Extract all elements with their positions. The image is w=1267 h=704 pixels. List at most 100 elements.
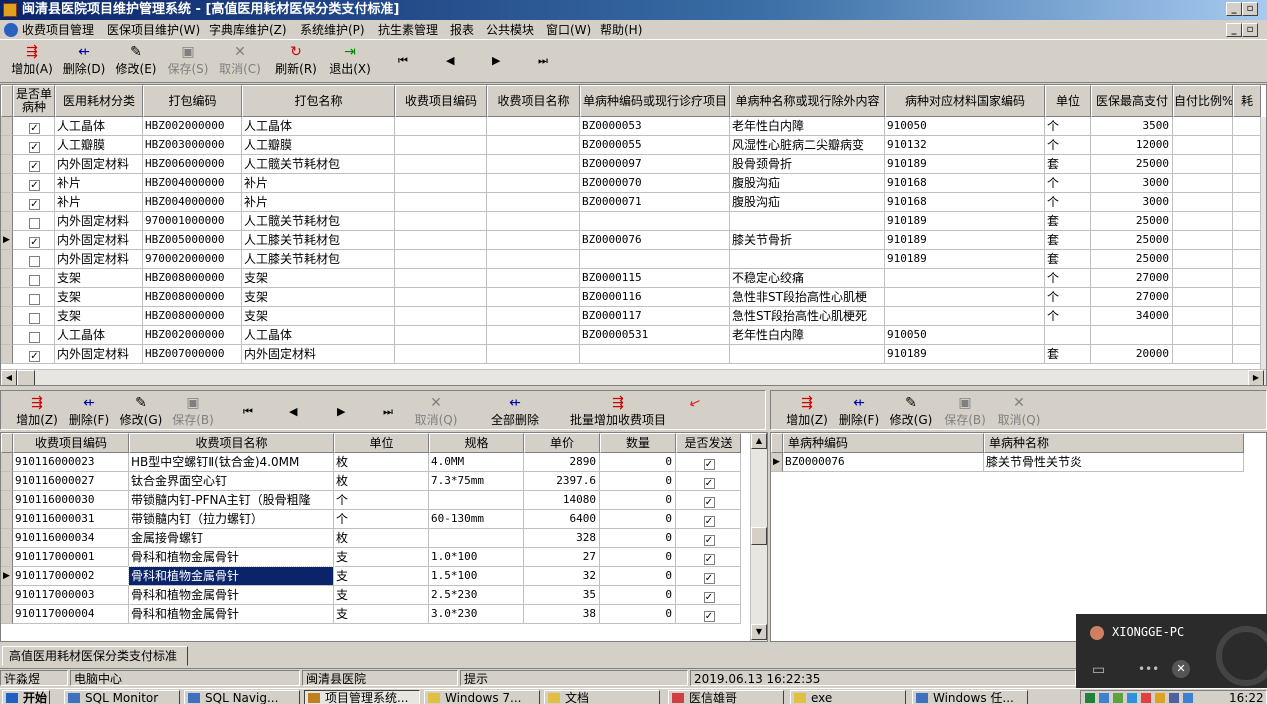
table-cell[interactable]: 910116000034 (13, 529, 129, 548)
table-cell[interactable]: HBZ008000000 (143, 288, 242, 307)
table-cell[interactable] (1173, 288, 1233, 307)
table-cell[interactable]: 股骨颈骨折 (730, 155, 885, 174)
table-cell[interactable]: HBZ008000000 (143, 307, 242, 326)
col-item-spec[interactable]: 规格 (429, 433, 524, 453)
table-cell[interactable]: 0 (600, 510, 676, 529)
menu-public[interactable]: 公共模块 (486, 20, 534, 40)
table-cell[interactable]: 60-130mm (429, 510, 524, 529)
col-fee-name[interactable]: 收费项目名称 (487, 85, 580, 117)
single-disease-checkbox[interactable] (13, 212, 55, 231)
tray-icon[interactable] (1155, 693, 1165, 703)
table-cell[interactable]: 补片 (55, 193, 143, 212)
col-disease-code[interactable]: 单病种编码或现行诊疗项目 (580, 85, 730, 117)
table-cell[interactable]: 骨科和植物金属骨针 (129, 605, 334, 624)
scroll-left-button[interactable]: ◀ (1, 370, 17, 385)
table-cell[interactable]: HBZ004000000 (143, 193, 242, 212)
table-cell[interactable]: 910189 (885, 345, 1045, 364)
table-cell[interactable]: 风湿性心脏病二尖瓣病变 (730, 136, 885, 155)
table-cell[interactable]: 个 (1045, 174, 1091, 193)
disease-row-code[interactable]: BZ0000076 (783, 453, 984, 472)
col-item-name[interactable]: 收费项目名称 (129, 433, 334, 453)
table-cell[interactable] (1091, 326, 1173, 345)
table-cell[interactable]: 0 (600, 586, 676, 605)
table-cell[interactable]: 2397.6 (524, 472, 600, 491)
table-cell[interactable] (487, 193, 580, 212)
table-cell[interactable]: 补片 (242, 174, 395, 193)
table-cell[interactable]: 骨科和植物金属骨针 (129, 548, 334, 567)
send-checkbox-cell[interactable]: ✓ (676, 529, 741, 548)
table-cell[interactable]: 套 (1045, 250, 1091, 269)
table-cell[interactable]: 人工髋关节耗材包 (242, 155, 395, 174)
table-cell[interactable]: 0 (600, 472, 676, 491)
table-cell[interactable] (395, 345, 487, 364)
table-cell[interactable]: 0 (600, 605, 676, 624)
table-cell[interactable] (487, 212, 580, 231)
table-cell[interactable]: 38 (524, 605, 600, 624)
table-cell[interactable] (487, 174, 580, 193)
table-cell[interactable]: 人工晶体 (242, 117, 395, 136)
table-cell[interactable]: HBZ008000000 (143, 269, 242, 288)
col-fee-code[interactable]: 收费项目编码 (395, 85, 487, 117)
menu-insurance-items[interactable]: 医保项目维护(W) (107, 20, 200, 40)
table-cell[interactable]: 个 (334, 510, 429, 529)
table-cell[interactable]: 4.0MM (429, 453, 524, 472)
single-disease-checkbox[interactable] (13, 269, 55, 288)
table-cell[interactable] (1173, 155, 1233, 174)
table-cell[interactable]: 骨科和植物金属骨针 (129, 586, 334, 605)
table-cell[interactable] (885, 269, 1045, 288)
table-cell[interactable]: 支 (334, 605, 429, 624)
table-cell[interactable]: HBZ002000000 (143, 117, 242, 136)
table-cell[interactable]: BZ0000076 (580, 231, 730, 250)
table-cell[interactable] (1233, 345, 1261, 364)
checkbox[interactable]: ✓ (29, 236, 40, 248)
table-cell[interactable]: 支 (334, 548, 429, 567)
table-cell[interactable]: 补片 (55, 174, 143, 193)
single-disease-checkbox[interactable] (13, 326, 55, 345)
col-item-unit[interactable]: 单位 (334, 433, 429, 453)
table-cell[interactable]: 膝关节骨折 (730, 231, 885, 250)
table-cell[interactable]: 910116000031 (13, 510, 129, 529)
table-cell[interactable] (1233, 250, 1261, 269)
checkbox[interactable]: ✓ (29, 350, 40, 362)
table-cell[interactable]: 个 (1045, 193, 1091, 212)
checkbox[interactable] (29, 312, 40, 324)
table-cell[interactable]: 内外固定材料 (55, 250, 143, 269)
delete-button[interactable]: ⇷ 删除(D) (62, 44, 106, 77)
table-cell[interactable]: 个 (1045, 307, 1091, 326)
table-cell[interactable]: 不稳定心绞痛 (730, 269, 885, 288)
menu-reports[interactable]: 报表 (450, 20, 474, 40)
table-cell[interactable]: 910189 (885, 155, 1045, 174)
items-cancel-button[interactable]: ✕ 取消(Q) (413, 395, 459, 428)
cancel-button[interactable]: ✕ 取消(C) (218, 44, 262, 77)
table-cell[interactable]: 支架 (242, 288, 395, 307)
table-cell[interactable] (885, 307, 1045, 326)
table-cell[interactable]: 0 (600, 529, 676, 548)
table-cell[interactable]: 老年性白内障 (730, 326, 885, 345)
table-cell[interactable] (487, 288, 580, 307)
table-cell[interactable]: 2.5*230 (429, 586, 524, 605)
minimize-button[interactable]: _ (1226, 2, 1242, 16)
table-cell[interactable]: HBZ005000000 (143, 231, 242, 250)
items-first-button[interactable]: ⏮ (243, 405, 253, 419)
table-cell[interactable] (1173, 326, 1233, 345)
menu-window[interactable]: 窗口(W) (546, 20, 591, 40)
task-chat[interactable]: 医信雄哥 (668, 690, 784, 704)
prev-record-button[interactable]: ◀ (446, 54, 454, 67)
table-cell[interactable]: 12000 (1091, 136, 1173, 155)
table-cell[interactable]: 910050 (885, 117, 1045, 136)
table-cell[interactable] (487, 231, 580, 250)
table-cell[interactable] (429, 491, 524, 510)
table-cell[interactable]: 25000 (1091, 250, 1173, 269)
table-cell[interactable]: 金属接骨螺钉 (129, 529, 334, 548)
col-pack-name[interactable]: 打包名称 (242, 85, 395, 117)
save-button[interactable]: ▣ 保存(S) (166, 44, 210, 77)
items-save-button[interactable]: ▣ 保存(B) (171, 395, 215, 428)
disease-row-name[interactable]: 膝关节骨性关节炎 (984, 453, 1244, 472)
table-cell[interactable] (487, 326, 580, 345)
task-task-manager[interactable]: Windows 任... (912, 690, 1028, 704)
table-cell[interactable]: 3000 (1091, 174, 1173, 193)
table-cell[interactable] (395, 326, 487, 345)
table-cell[interactable] (1173, 250, 1233, 269)
table-cell[interactable]: 0 (600, 491, 676, 510)
task-documents[interactable]: 文档 (544, 690, 660, 704)
